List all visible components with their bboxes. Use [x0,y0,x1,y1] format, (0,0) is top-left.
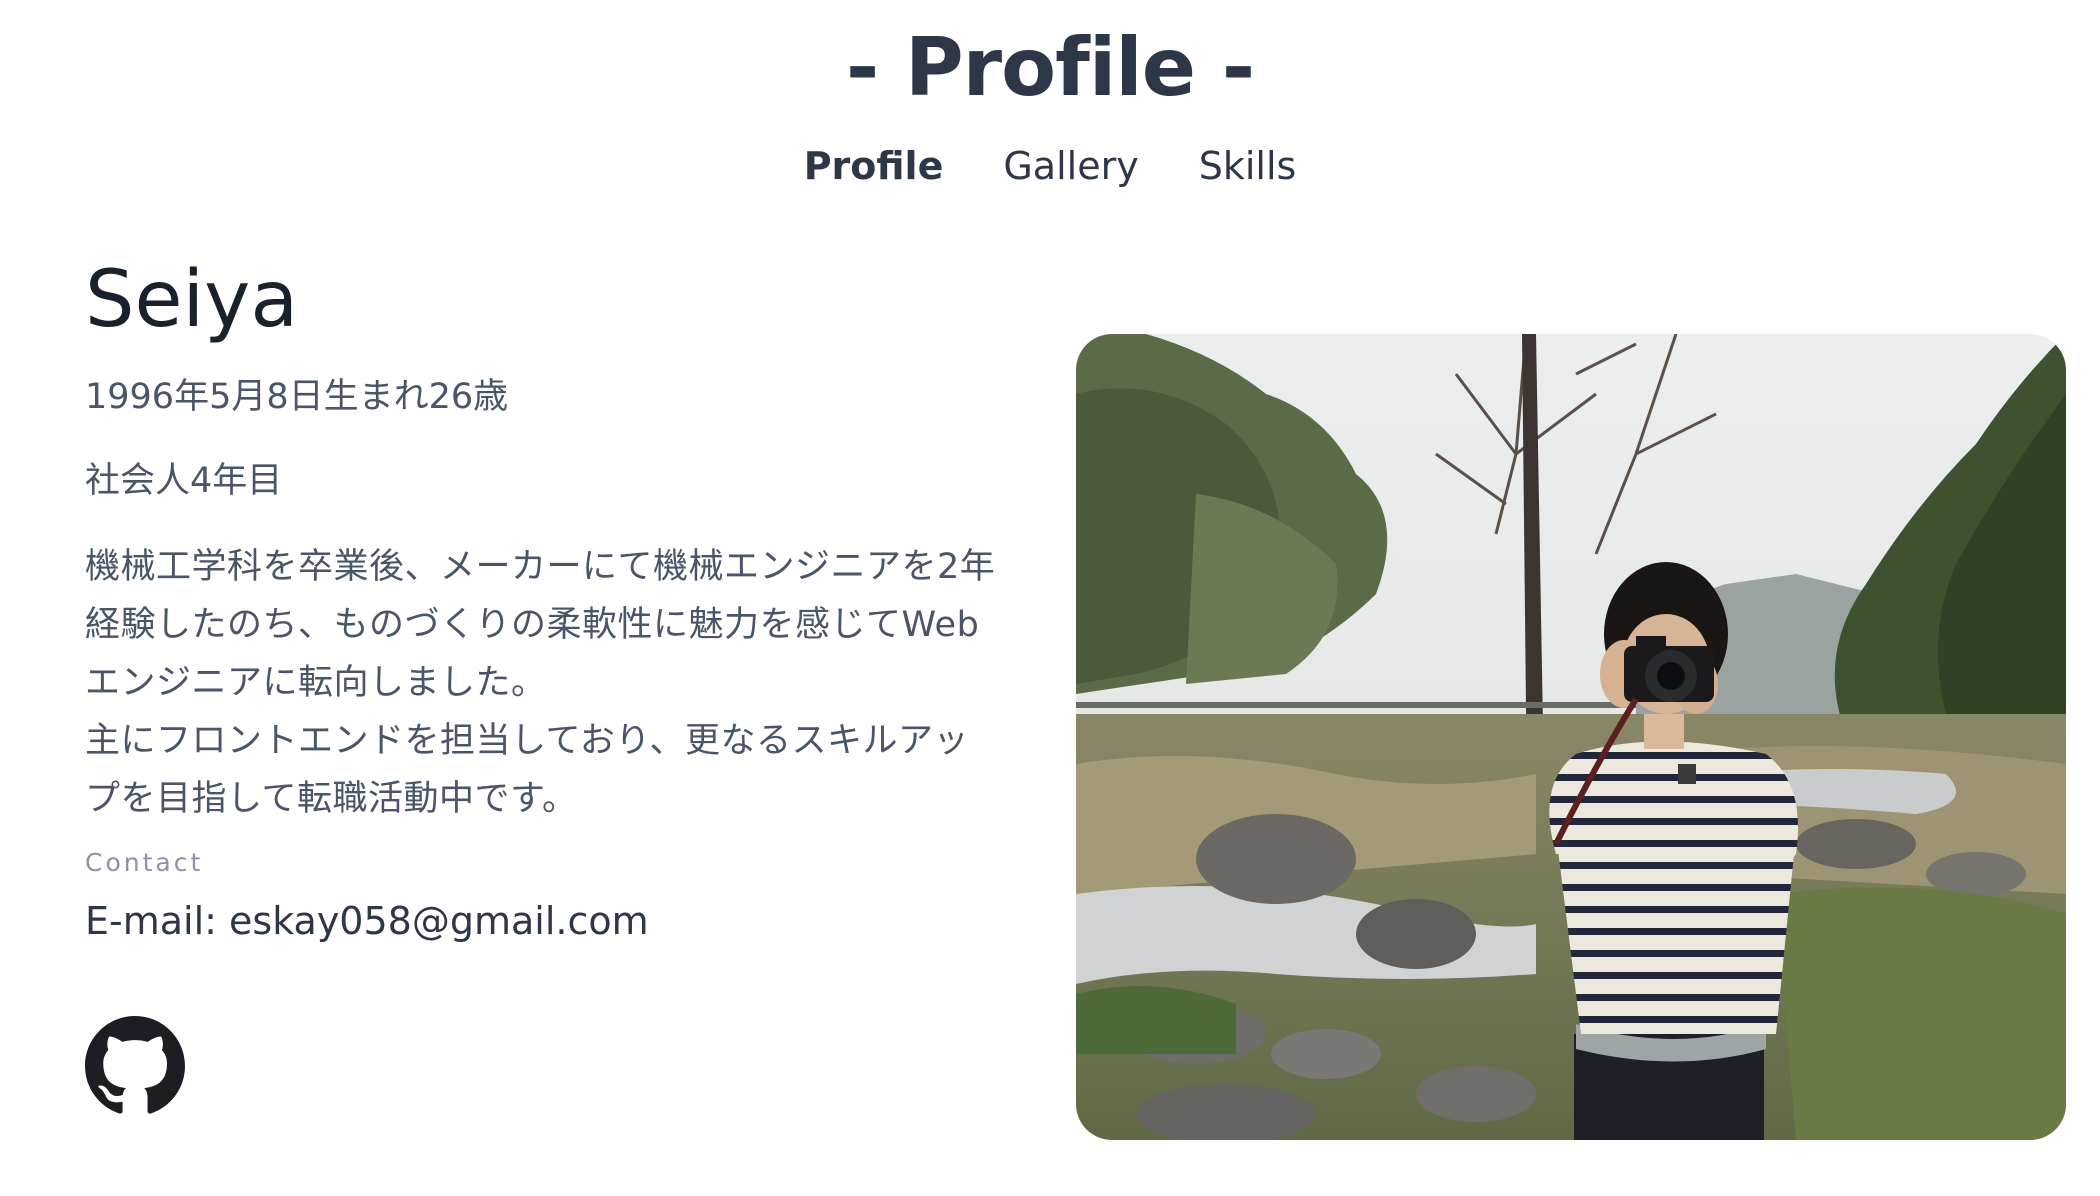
contact-label: Contact [85,848,204,877]
page-title: - Profile - [845,21,1255,114]
profile-career: 社会人4年目 [85,461,283,501]
contact-email[interactable]: E-mail: eskay058@gmail.com [85,896,1045,946]
nav-item-skills[interactable]: Skills [1199,138,1297,194]
nav-item-gallery[interactable]: Gallery [1003,138,1138,194]
profile-bio: 機械工学科を卒業後、メーカーにて機械エンジニアを2年 経験したのち、ものづくりの… [85,547,996,819]
profile-photo [1076,334,2066,1140]
nav-item-profile[interactable]: Profile [804,138,944,194]
profile-photo-illustration [1076,334,2066,1140]
github-icon-graphic [85,1016,185,1114]
main-nav: Profile Gallery Skills [0,138,2100,194]
profile-birth: 1996年5月8日生まれ26歳 [85,377,509,417]
profile-info: Seiya 1996年5月8日生まれ26歳 社会人4年目 機械工学科を卒業後、メ… [85,250,1045,946]
github-icon[interactable] [85,1016,185,1116]
profile-name: Seiya [85,255,299,345]
